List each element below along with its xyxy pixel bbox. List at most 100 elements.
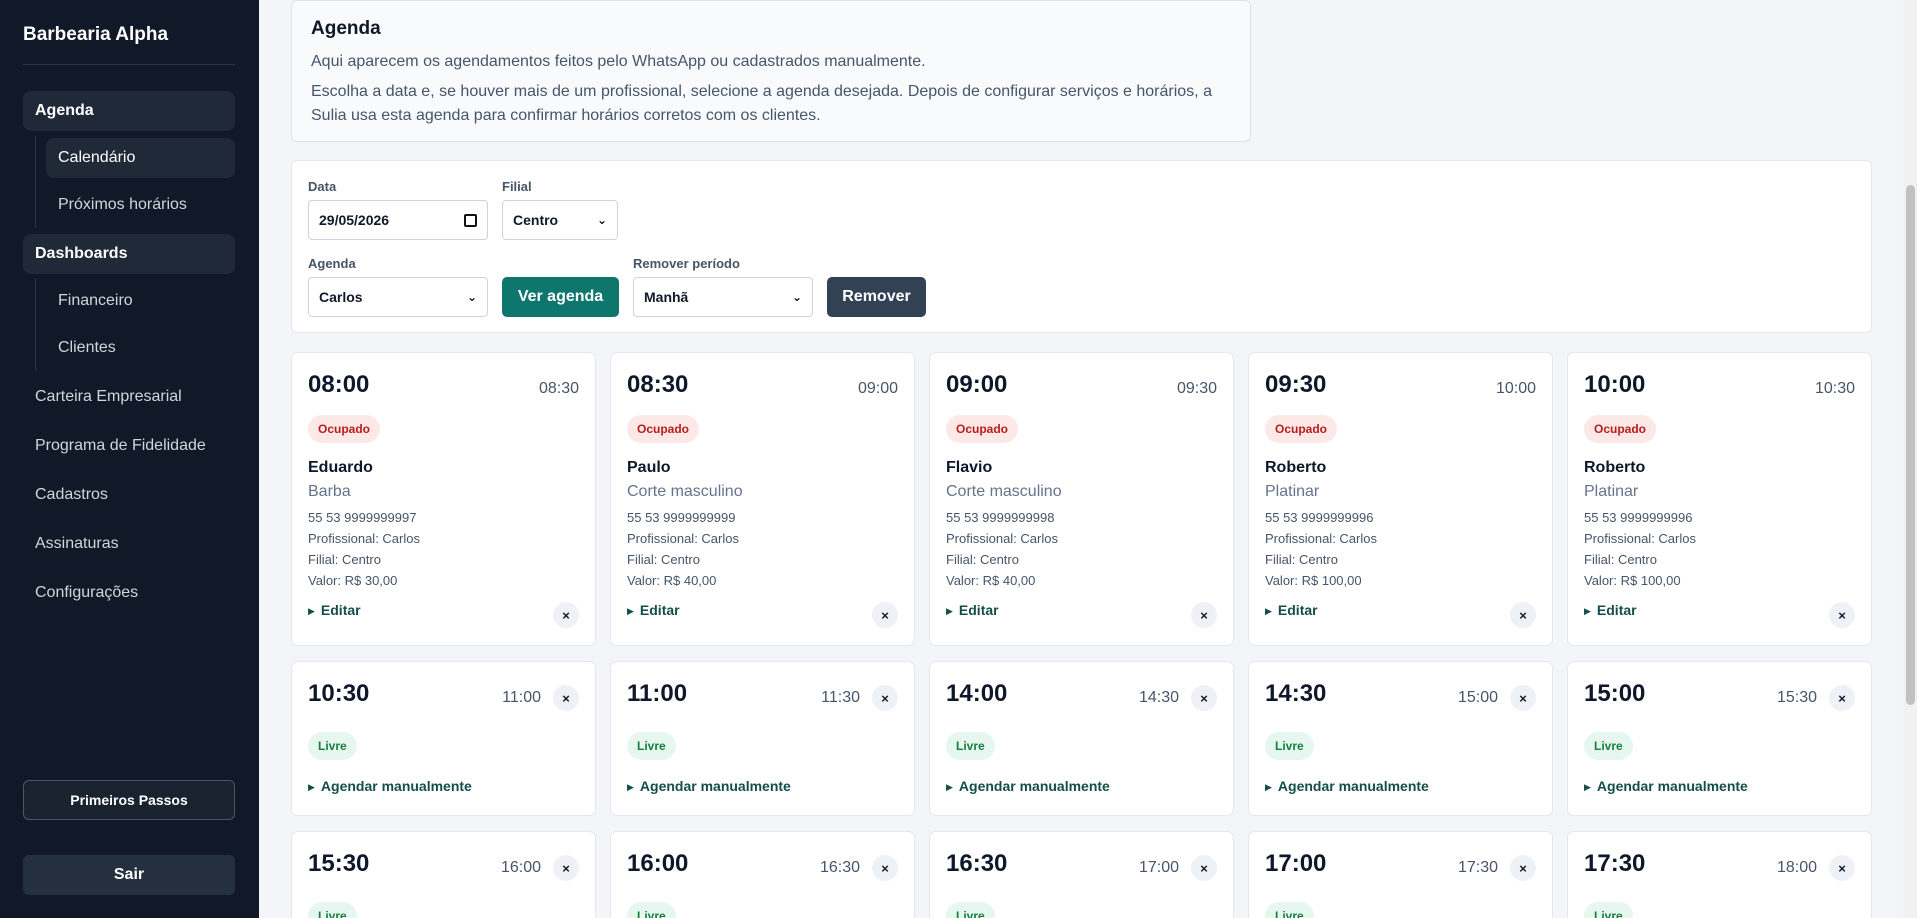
edit-label: Editar (639, 602, 680, 618)
branch-select[interactable]: Centro ⌄ (502, 200, 618, 240)
delete-slot-button[interactable]: × (1510, 602, 1536, 628)
professional-name: Profissional: Carlos (308, 531, 420, 546)
block-slot-button[interactable]: × (1510, 855, 1536, 881)
remove-period-select[interactable]: Manhã ⌄ (633, 277, 813, 317)
block-slot-button[interactable]: × (1829, 855, 1855, 881)
client-phone: 55 53 9999999999 (627, 510, 736, 525)
service-name: Barba (308, 483, 351, 500)
edit-toggle[interactable]: ▶ Editar (1584, 602, 1637, 618)
slot-card-booked[interactable]: 10:00 10:30 Ocupado Roberto Platinar 55 53 99… (1567, 352, 1872, 646)
service-name: Platinar (1584, 483, 1639, 500)
slot-end-time: 16:30 (819, 859, 860, 876)
slot-end-time: 15:30 (1776, 689, 1817, 706)
slot-card-free[interactable]: 17:00 17:30 × Livre (1248, 831, 1553, 918)
slot-card-free[interactable]: 14:30 15:00 × Livre ▶ Agendar manualmente (1248, 661, 1553, 816)
slot-card-booked[interactable]: 09:00 09:30 Ocupado Flavio Corte masculino 55… (929, 352, 1234, 646)
schedule-manually-toggle[interactable]: ▶ Agendar manualmente (1584, 778, 1748, 794)
sidebar-item-proximos-horarios[interactable]: Próximos horários (46, 185, 235, 225)
first-steps-button[interactable]: Primeiros Passos (23, 780, 235, 820)
block-slot-button[interactable]: × (553, 685, 579, 711)
client-phone: 55 53 9999999997 (308, 510, 417, 525)
caret-right-icon: ▶ (1265, 606, 1272, 616)
edit-toggle[interactable]: ▶ Editar (1265, 602, 1318, 618)
slot-card-free[interactable]: 16:30 17:00 × Livre (929, 831, 1234, 918)
edit-toggle[interactable]: ▶ Editar (308, 602, 361, 618)
client-phone: 55 53 9999999996 (1584, 510, 1693, 525)
scrollbar-thumb[interactable] (1906, 185, 1915, 705)
sidebar-item-financeiro[interactable]: Financeiro (46, 281, 235, 321)
slot-card-booked[interactable]: 08:30 09:00 Ocupado Paulo Corte masculino 55 … (610, 352, 915, 646)
date-input[interactable]: 29/05/2026 (308, 200, 488, 240)
page-title: Agenda (311, 18, 381, 39)
sidebar-item-calendario[interactable]: Calendário (46, 138, 235, 178)
slot-card-free[interactable]: 14:00 14:30 × Livre ▶ Agendar manualmente (929, 661, 1234, 816)
caret-right-icon: ▶ (946, 606, 953, 616)
sidebar-group-dashboards[interactable]: Dashboards (23, 234, 235, 274)
slot-end-time: 09:00 (857, 380, 898, 397)
branch-label: Filial (502, 179, 532, 194)
delete-slot-button[interactable]: × (872, 602, 898, 628)
schedule-manually-toggle[interactable]: ▶ Agendar manualmente (1265, 778, 1429, 794)
sidebar-item-programa-fidelidade[interactable]: Programa de Fidelidade (23, 426, 235, 466)
schedule-manually-toggle[interactable]: ▶ Agendar manualmente (946, 778, 1110, 794)
block-slot-button[interactable]: × (872, 855, 898, 881)
edit-toggle[interactable]: ▶ Editar (627, 602, 680, 618)
slot-end-time: 09:30 (1176, 380, 1217, 397)
block-slot-button[interactable]: × (1510, 685, 1536, 711)
calendar-icon[interactable] (464, 213, 477, 227)
scrollbar[interactable] (1903, 0, 1917, 918)
slot-start-time: 10:00 (1584, 371, 1646, 398)
remove-button[interactable]: Remover (827, 277, 926, 317)
status-badge: Livre (1265, 902, 1314, 918)
sidebar-item-configuracoes[interactable]: Configurações (23, 573, 235, 613)
slot-start-time: 14:00 (946, 680, 1008, 707)
chevron-down-icon: ⌄ (466, 290, 477, 304)
schedule-manually-toggle[interactable]: ▶ Agendar manualmente (308, 778, 472, 794)
view-agenda-button[interactable]: Ver agenda (502, 277, 619, 317)
sidebar-item-clientes[interactable]: Clientes (46, 328, 235, 368)
slot-start-time: 11:00 (627, 680, 688, 707)
status-badge: Livre (627, 902, 676, 918)
slot-card-free[interactable]: 11:00 11:30 × Livre ▶ Agendar manualmente (610, 661, 915, 816)
block-slot-button[interactable]: × (1191, 685, 1217, 711)
slot-start-time: 17:00 (1265, 850, 1327, 877)
slot-start-time: 09:30 (1265, 371, 1327, 398)
slot-card-booked[interactable]: 09:30 10:00 Ocupado Roberto Platinar 55 53 99… (1248, 352, 1553, 646)
client-name: Flavio (946, 459, 993, 476)
price-value: Valor: R$ 100,00 (1265, 573, 1362, 588)
slot-card-free[interactable]: 17:30 18:00 × Livre (1567, 831, 1872, 918)
schedule-manually-label: Agendar manualmente (1277, 778, 1429, 794)
edit-toggle[interactable]: ▶ Editar (946, 602, 999, 618)
slot-card-booked[interactable]: 08:00 08:30 Ocupado Eduardo Barba 55 53 99999… (291, 352, 596, 646)
chevron-down-icon: ⌄ (791, 290, 802, 304)
delete-slot-button[interactable]: × (1829, 602, 1855, 628)
agenda-value: Carlos (319, 289, 363, 305)
block-slot-button[interactable]: × (553, 855, 579, 881)
block-slot-button[interactable]: × (872, 685, 898, 711)
slot-card-free[interactable]: 15:30 16:00 × Livre (291, 831, 596, 918)
divider (35, 136, 36, 228)
slot-card-free[interactable]: 15:00 15:30 × Livre ▶ Agendar manualmente (1567, 661, 1872, 816)
schedule-manually-label: Agendar manualmente (320, 778, 472, 794)
slot-card-free[interactable]: 16:00 16:30 × Livre (610, 831, 915, 918)
branch-name: Filial: Centro (308, 552, 381, 567)
sidebar: Barbearia Alpha Agenda Calendário Próxim… (0, 0, 259, 918)
branch-name: Filial: Centro (946, 552, 1019, 567)
delete-slot-button[interactable]: × (1191, 602, 1217, 628)
edit-label: Editar (1277, 602, 1318, 618)
agenda-select[interactable]: Carlos ⌄ (308, 277, 488, 317)
sidebar-item-carteira-empresarial[interactable]: Carteira Empresarial (23, 377, 235, 417)
sidebar-group-agenda[interactable]: Agenda (23, 91, 235, 131)
info-text: Escolha a data e, se houver mais de um p… (311, 83, 1212, 124)
status-badge: Livre (627, 732, 676, 760)
schedule-manually-toggle[interactable]: ▶ Agendar manualmente (627, 778, 791, 794)
block-slot-button[interactable]: × (1829, 685, 1855, 711)
sidebar-item-cadastros[interactable]: Cadastros (23, 475, 235, 515)
sidebar-item-assinaturas[interactable]: Assinaturas (23, 524, 235, 564)
delete-slot-button[interactable]: × (553, 602, 579, 628)
slot-card-free[interactable]: 10:30 11:00 × Livre ▶ Agendar manualmente (291, 661, 596, 816)
block-slot-button[interactable]: × (1191, 855, 1217, 881)
logout-button[interactable]: Sair (23, 855, 235, 895)
remove-period-value: Manhã (644, 289, 689, 305)
client-phone: 55 53 9999999996 (1265, 510, 1374, 525)
